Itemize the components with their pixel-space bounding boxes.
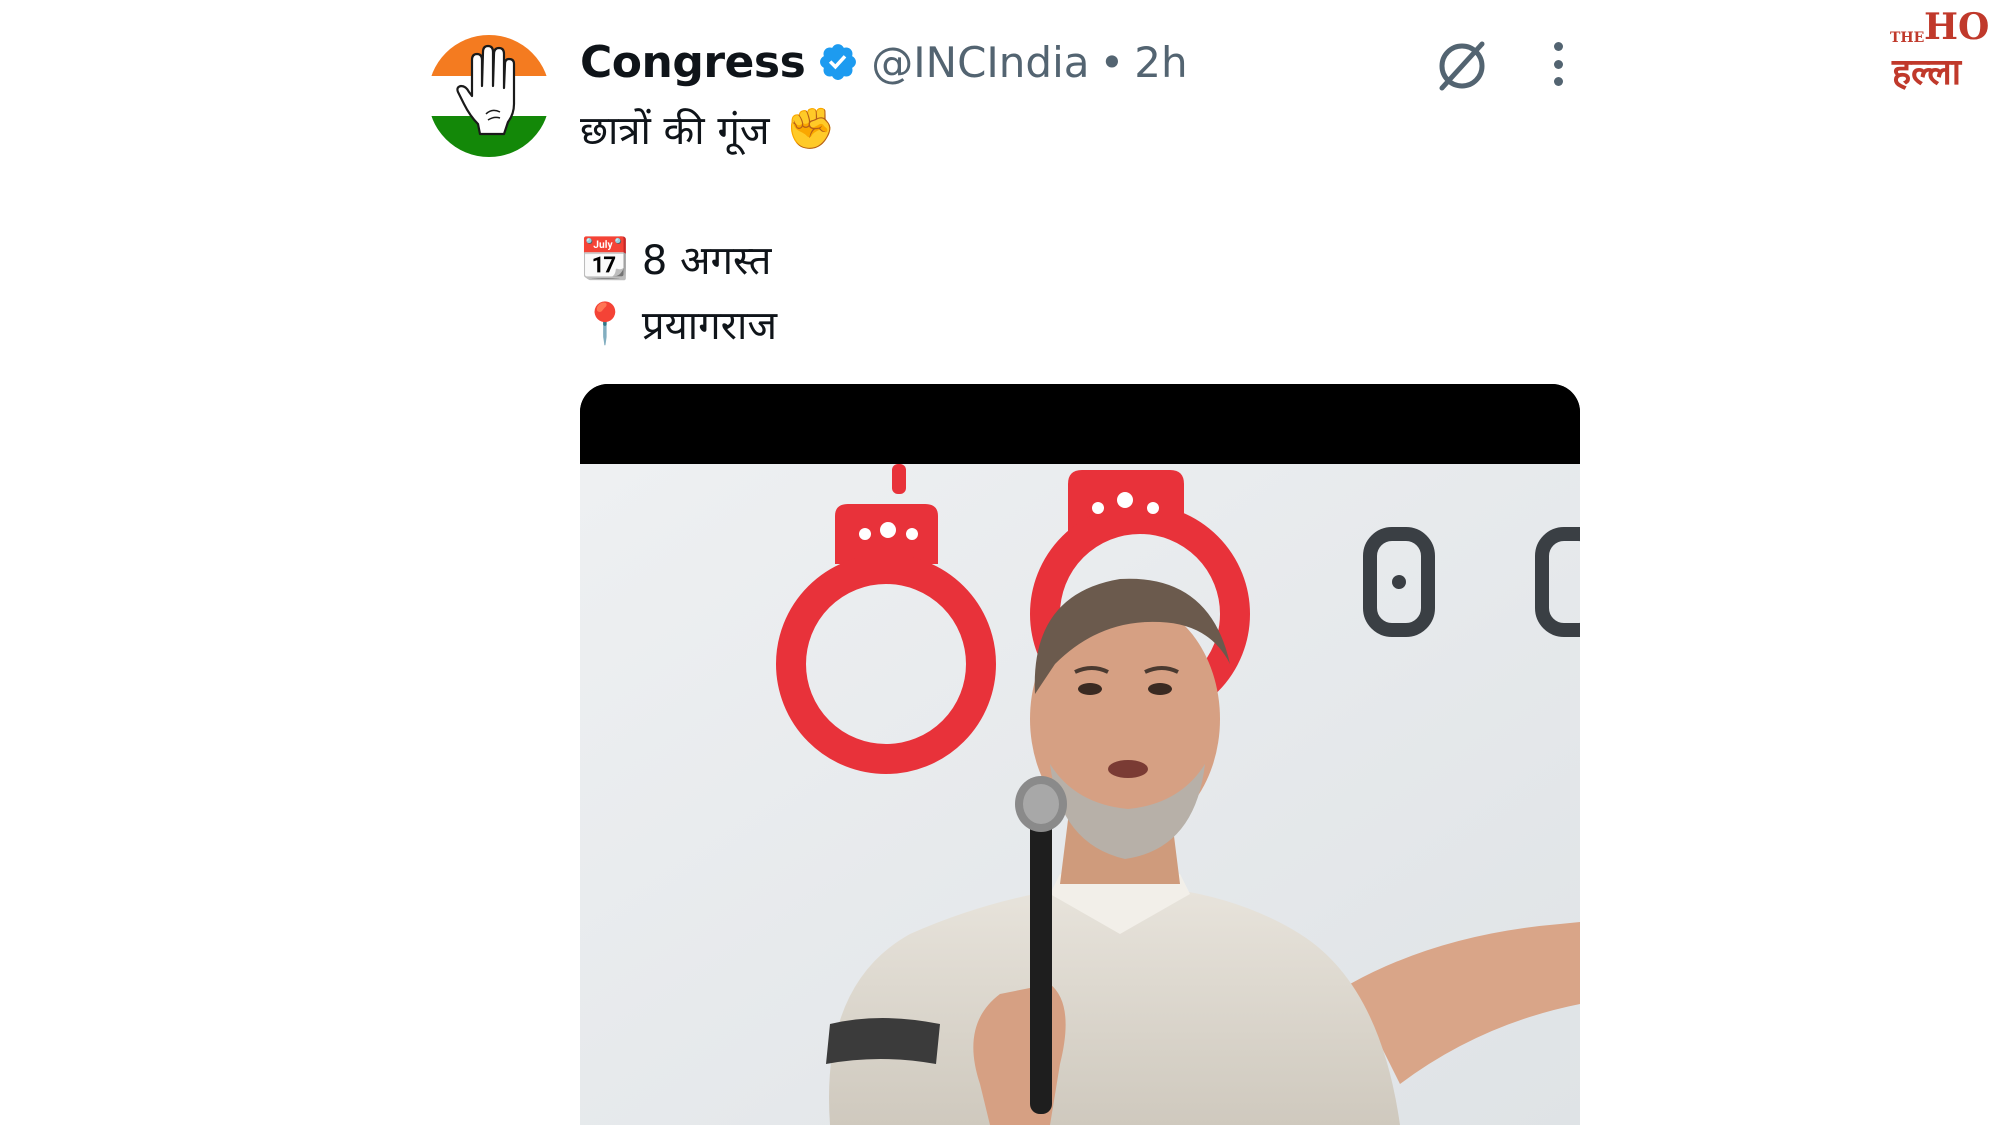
tweet-text-line: छात्रों की गूंज ✊ [580,98,835,158]
watermark-halla: हल्ला [1892,52,1962,93]
avatar[interactable] [428,34,550,158]
tweet-header: Congress @INCIndia • 2h [580,32,1188,92]
author-name[interactable]: Congress [580,37,806,88]
congress-logo-icon [428,35,550,157]
tweet-date-text: 8 अगस्त [641,237,772,284]
grok-icon[interactable] [1432,36,1492,96]
tweet-location-text: प्रयागराज [641,302,778,349]
tweet-location-line: 📍 प्रयागराज [580,292,777,354]
calendar-emoji: 📆 [580,235,630,282]
post-timestamp[interactable]: 2h [1134,38,1187,87]
the-ho-halla-logo: THE HO हल्ला [1888,6,1996,93]
tweet-date-line: 📆 8 अगस्त [580,228,771,288]
tweet-video[interactable] [580,384,1580,1125]
video-top-bar [580,384,1580,464]
verified-badge-icon [820,44,857,80]
raised-fist-emoji: ✊ [785,105,836,152]
more-icon[interactable] [1540,38,1576,90]
tweet-text: छात्रों की गूंज [580,107,770,154]
pushpin-emoji: 📍 [580,300,630,347]
video-frame [580,464,1580,1125]
author-handle[interactable]: @INCIndia [871,38,1089,87]
separator-dot: • [1099,37,1125,87]
watermark-ho: HO [1924,6,1990,48]
watermark-the: THE [1890,30,1925,46]
